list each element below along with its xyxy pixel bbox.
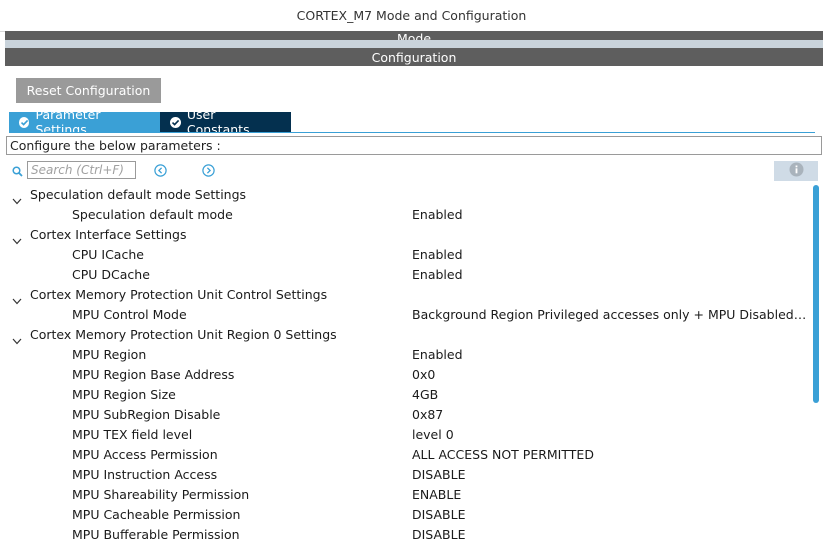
tab-underline [9,132,815,133]
window-title: CORTEX_M7 Mode and Configuration [0,0,823,32]
mode-section-label: Mode [396,31,432,40]
parameter-name: Speculation default mode [72,207,233,222]
parameter-row[interactable]: CPU DCache Enabled [0,265,812,285]
scrollbar-thumb[interactable] [813,185,819,403]
parameter-row[interactable]: Speculation default mode Enabled [0,205,812,225]
configuration-section-label: Configuration [371,49,457,65]
parameter-name: MPU Region Base Address [72,367,235,382]
search-toolbar [12,161,818,181]
parameter-name: MPU Bufferable Permission [72,527,240,542]
parameter-value[interactable]: Enabled [412,245,810,265]
reset-configuration-button[interactable]: Reset Configuration [16,78,161,103]
parameter-row[interactable]: MPU Cacheable Permission DISABLE [0,505,812,525]
parameter-row[interactable]: MPU Region Enabled [0,345,812,365]
parameter-value[interactable]: Background Region Privileged accesses on… [412,305,810,325]
parameter-name: MPU Shareability Permission [72,487,250,502]
tree-group-label: Cortex Memory Protection Unit Region 0 S… [30,327,337,342]
parameter-row[interactable]: MPU SubRegion Disable 0x87 [0,405,812,425]
parameter-row[interactable]: MPU Access Permission ALL ACCESS NOT PERM… [0,445,812,465]
parameter-value[interactable]: Enabled [412,345,810,365]
tree-group-label: Cortex Interface Settings [30,227,187,242]
parameter-value[interactable]: ENABLE [412,485,810,505]
parameter-row[interactable]: MPU Control Mode Background Region Privil… [0,305,812,325]
tree-group[interactable]: Speculation default mode Settings [0,185,812,205]
section-divider [5,40,823,48]
parameter-value[interactable]: level 0 [412,425,810,445]
parameter-name: CPU DCache [72,267,150,282]
parameter-name: CPU ICache [72,247,144,262]
search-icon [12,165,23,180]
parameter-row[interactable]: MPU Region Size 4GB [0,385,812,405]
check-circle-icon [170,116,181,128]
parameter-name: MPU Instruction Access [72,467,218,482]
parameter-name: MPU Access Permission [72,447,218,462]
parameter-tree: Speculation default mode Settings Specula… [0,185,812,545]
info-button[interactable] [774,161,818,181]
parameter-value[interactable]: 4GB [412,385,810,405]
parameter-name: MPU Cacheable Permission [72,507,241,522]
tab-user-constants[interactable]: User Constants [160,107,291,137]
previous-match-icon[interactable] [154,164,167,177]
parameter-row[interactable]: MPU Bufferable Permission DISABLE [0,525,812,545]
parameter-value[interactable]: Enabled [412,265,810,285]
tree-group-label: Cortex Memory Protection Unit Control Se… [30,287,328,302]
parameter-name: MPU Control Mode [72,307,187,322]
tree-group[interactable]: Cortex Memory Protection Unit Control Se… [0,285,812,305]
parameter-name: MPU Region [72,347,147,362]
tree-group[interactable]: Cortex Interface Settings [0,225,812,245]
parameter-name: MPU TEX field level [72,427,193,442]
parameters-description: Configure the below parameters : [6,136,822,155]
tree-group-label: Speculation default mode Settings [30,187,247,202]
configuration-section-header[interactable]: Configuration [5,48,823,66]
parameter-row[interactable]: CPU ICache Enabled [0,245,812,265]
parameter-value[interactable]: 0x87 [412,405,810,425]
parameter-row[interactable]: MPU Instruction Access DISABLE [0,465,812,485]
parameter-row[interactable]: MPU Shareability Permission ENABLE [0,485,812,505]
info-icon [789,162,804,180]
parameter-name: MPU SubRegion Disable [72,407,221,422]
parameter-value[interactable]: Enabled [412,205,810,225]
parameter-row[interactable]: MPU TEX field level level 0 [0,425,812,445]
tab-bar: Parameter Settings User Constants [9,107,291,137]
check-circle-icon [19,116,30,128]
next-match-icon[interactable] [202,164,215,177]
parameter-value[interactable]: DISABLE [412,465,810,485]
search-input[interactable] [27,161,136,179]
mode-section-header[interactable]: Mode [5,31,823,40]
parameter-value[interactable]: 0x0 [412,365,810,385]
parameter-value[interactable]: DISABLE [412,525,810,545]
parameter-value[interactable]: DISABLE [412,505,810,525]
tree-group[interactable]: Cortex Memory Protection Unit Region 0 S… [0,325,812,345]
parameter-value[interactable]: ALL ACCESS NOT PERMITTED [412,445,810,465]
parameter-row[interactable]: MPU Region Base Address 0x0 [0,365,812,385]
tab-parameter-settings[interactable]: Parameter Settings [9,107,160,137]
parameter-name: MPU Region Size [72,387,176,402]
